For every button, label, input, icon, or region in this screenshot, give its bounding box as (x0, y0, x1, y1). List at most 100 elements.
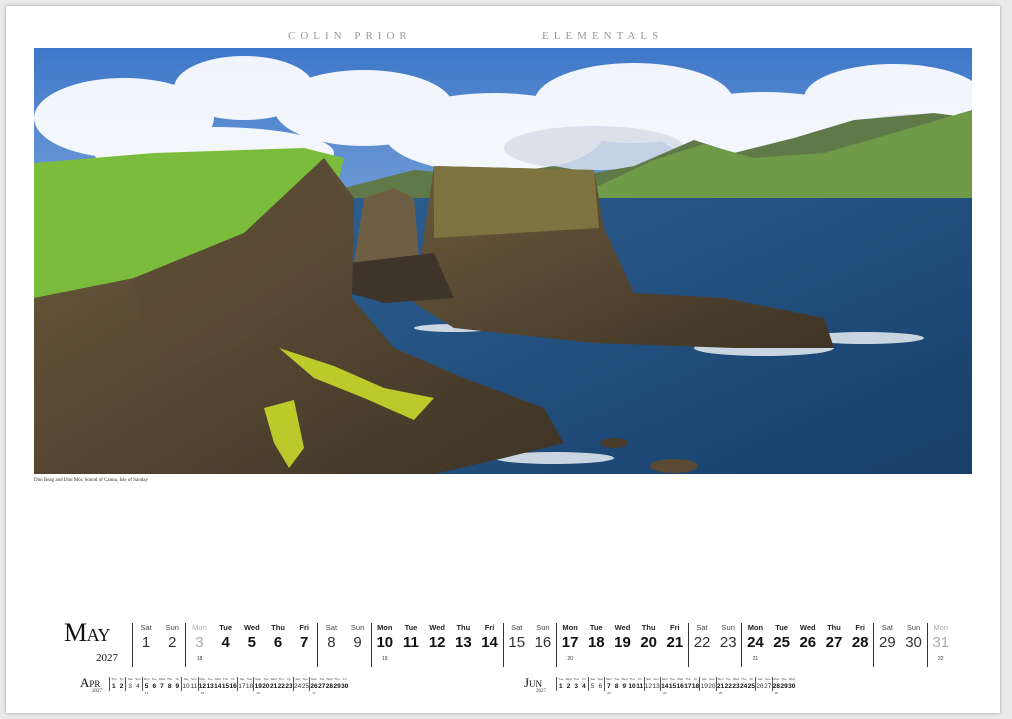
day-number: 29 (333, 683, 341, 690)
day-number: 12 (428, 634, 446, 651)
prev-day-cell: Tue 20 (262, 677, 270, 691)
prev-day-cell: Tue 27 (318, 677, 326, 691)
day-number: 3 (195, 634, 204, 651)
day-number: 16 (229, 683, 237, 690)
series-title: ELEMENTALS (542, 30, 664, 42)
weekday-label: Sun (350, 623, 365, 632)
weekday-label: Sun (721, 623, 735, 632)
next-day-cell: Sat 26 (755, 677, 764, 691)
week-number: 23 (607, 691, 611, 695)
next-day-cell: Sun 27 (764, 677, 772, 691)
day-number: 5 (247, 634, 257, 651)
day-number: 23 (719, 634, 737, 651)
weekday-label: Sat (696, 623, 708, 632)
day-number: 15 (221, 683, 230, 690)
prev-month-year: 2027 (92, 689, 102, 694)
day-number: 29 (879, 634, 896, 651)
landscape-photo (34, 48, 972, 474)
next-day-cell: Thu 3 (572, 677, 580, 691)
weekday-label: Wed (799, 623, 816, 632)
prev-day-cell: Thu 29 (333, 677, 341, 691)
day-number: 8 (167, 683, 172, 690)
day-number: 19 (700, 683, 708, 690)
main-day-cell: Mon 10 19 (370, 623, 398, 667)
next-day-cell: Thu 17 (684, 677, 692, 691)
day-number: 24 (294, 683, 302, 690)
main-day-cell: Fri 21 (662, 623, 688, 667)
day-number: 10 (182, 683, 190, 690)
next-day-cell: Wed 16 (676, 677, 684, 691)
day-number: 10 (628, 683, 636, 690)
main-day-cell: Sat 1 (132, 623, 159, 667)
next-day-cell: Mon 28 26 (771, 677, 781, 695)
day-number: 30 (788, 683, 796, 690)
day-number: 8 (327, 634, 336, 651)
day-number: 23 (732, 683, 740, 690)
main-day-cell: Sat 22 (687, 623, 715, 667)
prev-day-cell: Sun 11 (190, 677, 198, 691)
day-number: 9 (622, 683, 627, 690)
day-number: 30 (341, 683, 349, 690)
week-number: 18 (196, 656, 203, 662)
day-number: 6 (152, 683, 157, 690)
weekday-label: Mon (192, 623, 207, 632)
main-day-cell: Sat 15 (502, 623, 530, 667)
prev-day-cell: Tue 13 (206, 677, 214, 691)
prev-day-cell: Mon 19 16 (253, 677, 262, 695)
main-day-cell: Sun 9 (345, 623, 371, 667)
weekday-label: Thu (827, 623, 841, 632)
prev-day-cell: Tue 6 (150, 677, 158, 691)
main-day-cell: Fri 7 (291, 623, 317, 667)
day-number: 14 (661, 683, 669, 690)
next-month-year: 2027 (536, 689, 546, 694)
day-number: 6 (598, 683, 603, 690)
day-number: 28 (325, 683, 334, 690)
day-number: 22 (693, 634, 711, 651)
day-number: 17 (684, 683, 692, 690)
weekday-label: Sun (536, 623, 550, 632)
weekday-label: Thu (271, 623, 285, 632)
next-day-cell: Wed 23 (732, 677, 740, 691)
day-number: 12 (644, 683, 653, 690)
day-number: 1 (112, 683, 116, 690)
day-number: 4 (582, 683, 586, 690)
main-day-cell: Tue 11 (398, 623, 424, 667)
day-number: 29 (780, 683, 788, 690)
week-number: 14 (144, 691, 149, 695)
main-day-cell: Mon 31 22 (926, 623, 954, 667)
day-number: 12 (198, 683, 207, 690)
main-day-cell: Sat 8 (317, 623, 344, 667)
next-day-cell: Thu 10 (628, 677, 636, 691)
next-day-cell: Tue 15 (669, 677, 677, 691)
next-day-cell: Tue 29 (780, 677, 788, 691)
day-number: 1 (559, 683, 563, 690)
day-number: 30 (905, 634, 922, 651)
weekday-label: Sat (325, 623, 338, 632)
day-number: 21 (666, 634, 684, 651)
weekday-label: Fri (855, 623, 865, 632)
day-number: 11 (403, 634, 419, 651)
weekday-label: Tue (404, 623, 418, 632)
main-day-cell: Thu 20 (636, 623, 662, 667)
prev-day-cell: Sun 18 (246, 677, 254, 691)
day-number: 27 (764, 683, 772, 690)
weekday-label: Sat (511, 623, 523, 632)
next-day-cell: Tue 1 (556, 677, 565, 691)
day-number: 22 (724, 683, 732, 690)
day-number: 7 (300, 634, 309, 651)
weekday-label: Sat (881, 623, 893, 632)
day-number: 26 (310, 683, 318, 690)
day-number: 28 (772, 683, 781, 690)
next-day-cell: Thu 24 (740, 677, 748, 691)
weekday-label: Thu (456, 623, 471, 632)
main-day-cell: Sun 16 (530, 623, 556, 667)
prev-month-strip: Thu 1 Fri 2 Sat 3 Sun 4 Mon 5 14 Tue 6 Wed 7 Thu 8 Fri 9 Sa… (109, 677, 349, 695)
main-day-cell: Tue 4 (213, 623, 239, 667)
prev-day-cell: Thu 15 (222, 677, 230, 691)
next-day-cell: Fri 4 (580, 677, 588, 691)
weekday-label: Fri (670, 623, 680, 632)
day-number: 24 (747, 634, 764, 651)
week-number: 20 (567, 656, 573, 662)
prev-day-cell: Fri 16 (229, 677, 237, 691)
day-number: 28 (851, 634, 869, 651)
